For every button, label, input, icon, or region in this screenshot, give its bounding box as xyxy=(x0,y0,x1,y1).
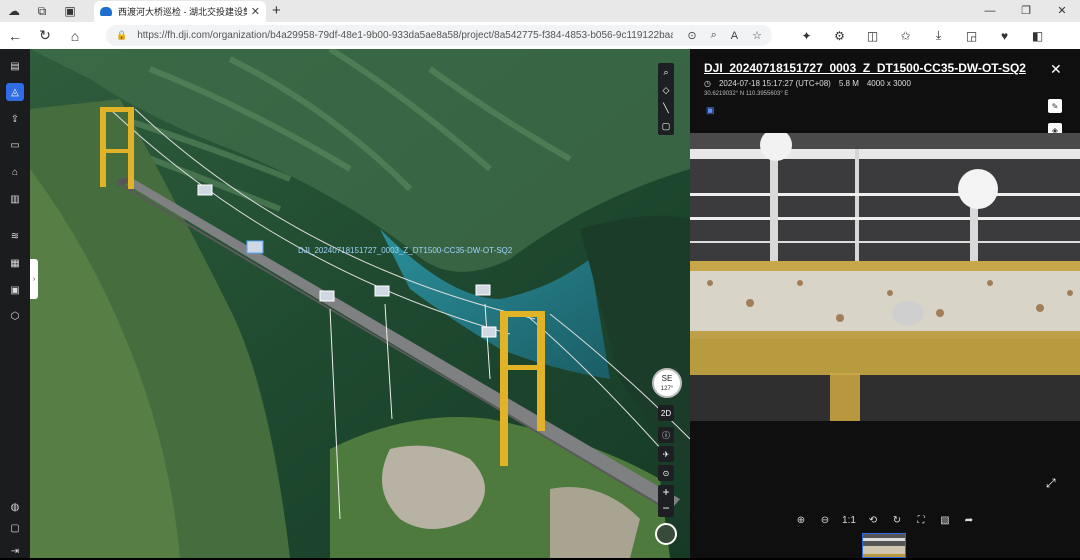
search-icon[interactable]: ⌕ xyxy=(658,63,674,81)
device-icon[interactable]: ▣ xyxy=(6,281,24,299)
zoom-icon[interactable]: ⌕ xyxy=(711,29,717,42)
map-toolbar: ⌕ ◇ ╲ ▢ xyxy=(658,63,674,135)
zoom-in-icon[interactable]: ⊕ xyxy=(789,515,813,526)
clock-icon: ◷ xyxy=(704,79,711,88)
compass-direction: SE xyxy=(661,374,673,383)
selected-photo-label[interactable]: DJI_20240718151727_0003_Z_DT1500-CC35-DW… xyxy=(298,246,512,255)
basemap-switch-icon[interactable] xyxy=(655,523,677,545)
layers-icon[interactable]: ▤ xyxy=(6,57,24,75)
left-sidebar: ▤ ◬ ⇪ ▭ ⌂ ▥ ≋ ▦ ▣ ⬡ ◍ ▢ ⇥ xyxy=(0,49,30,558)
browser-window: ☁ ⧉ ▣ 西渡河大桥巡检 - 湖北交投建设集团 ✕ + — ❐ ✕ ← ↻ ⌂… xyxy=(0,0,1080,558)
upload-icon[interactable]: ⇪ xyxy=(6,110,24,128)
read-aloud-icon[interactable]: A xyxy=(731,30,738,42)
home-icon[interactable]: ⌂ xyxy=(60,28,90,44)
photo-detail-panel: DJI_20240718151727_0003_Z_DT1500-CC35-DW… xyxy=(690,49,1080,558)
zoom-out-button[interactable]: − xyxy=(658,501,674,517)
favorites-icon[interactable]: ✩ xyxy=(889,29,922,43)
address-bar-row: ← ↻ ⌂ 🔒 https://fh.dji.com/organization/… xyxy=(0,22,1080,49)
photo-resolution: 4000 x 3000 xyxy=(866,79,911,88)
refresh-icon[interactable]: ↻ xyxy=(30,27,60,44)
line-tool-icon[interactable]: ╲ xyxy=(658,99,674,117)
route-icon[interactable]: ≋ xyxy=(6,227,24,245)
split-screen-icon[interactable]: ◫ xyxy=(856,29,889,43)
app-area: ▤ ◬ ⇪ ▭ ⌂ ▥ ≋ ▦ ▣ ⬡ ◍ ▢ ⇥ DJI_2024071815… xyxy=(0,49,1080,558)
browser-tab[interactable]: 西渡河大桥巡检 - 湖北交投建设集团 ✕ xyxy=(94,1,266,22)
cloud-favicon-icon xyxy=(100,7,112,16)
location-icon[interactable]: ⊙ xyxy=(687,29,696,42)
cube-icon[interactable]: ⬡ xyxy=(6,307,24,325)
bridge-close-up-image xyxy=(690,133,1080,421)
browser-essentials-icon[interactable]: ♥ xyxy=(988,29,1021,43)
rotate-left-icon[interactable]: ⟲ xyxy=(861,515,885,526)
photo-datetime: 2024-07-18 15:17:27 (UTC+08) xyxy=(718,79,831,88)
tab-bar: ☁ ⧉ ▣ 西渡河大桥巡检 - 湖北交投建设集团 ✕ + — ❐ ✕ xyxy=(0,0,1080,22)
new-tab-button[interactable]: + xyxy=(272,0,281,22)
aircraft-icon[interactable]: ✈ xyxy=(658,446,674,462)
extension-icon[interactable]: ✦ xyxy=(790,29,823,43)
maximize-icon[interactable]: ❐ xyxy=(1008,0,1044,22)
photo-coordinates: 30.6219032° N 110.3955603° E xyxy=(704,91,789,97)
workspaces-icon[interactable]: ⧉ xyxy=(28,0,56,22)
model-icon[interactable]: ⌂ xyxy=(6,163,24,181)
annotate-icon[interactable]: ✎ xyxy=(1048,99,1062,113)
minimize-icon[interactable]: — xyxy=(972,0,1008,22)
bridge-scene xyxy=(30,49,690,558)
close-panel-icon[interactable]: ✕ xyxy=(1050,61,1062,78)
tab-title: 西渡河大桥巡检 - 湖北交投建设集团 xyxy=(118,7,247,17)
collapse-sidebar-handle[interactable]: › xyxy=(30,259,38,299)
fit-screen-icon[interactable]: ⛶ xyxy=(909,515,933,526)
download-icon[interactable]: ⤓ xyxy=(922,28,955,43)
collections-icon[interactable]: ◲ xyxy=(955,29,988,43)
sidebar-toggle-icon[interactable]: ◧ xyxy=(1021,29,1054,43)
url-text[interactable]: https://fh.dji.com/organization/b4a29958… xyxy=(137,30,673,41)
zoom-controls: + − xyxy=(658,485,674,517)
address-bar[interactable]: 🔒 https://fh.dji.com/organization/b4a299… xyxy=(106,25,772,46)
close-tab-icon[interactable]: ✕ xyxy=(251,5,260,18)
building-icon[interactable]: ▥ xyxy=(6,190,24,208)
window-controls: — ❐ ✕ xyxy=(972,0,1080,22)
profile-icon[interactable]: ☁ xyxy=(0,0,28,22)
photo-thumbnail[interactable] xyxy=(862,533,906,558)
globe-icon[interactable]: ◍ xyxy=(6,498,24,516)
area-tool-icon[interactable]: ▢ xyxy=(658,117,674,135)
favorite-star-icon[interactable]: ☆ xyxy=(752,29,762,42)
media-icon[interactable]: ▭ xyxy=(6,136,24,154)
chat-icon[interactable]: ▢ xyxy=(6,519,24,537)
photo-size: 5.8 M xyxy=(838,79,859,88)
compass[interactable]: SE 127° xyxy=(652,368,682,398)
compare-icon[interactable]: ▧ xyxy=(933,515,957,526)
bookmark-icon[interactable]: ▣ xyxy=(706,105,715,116)
tab-actions-icon[interactable]: ▣ xyxy=(56,0,84,22)
photo-meta: ◷ 2024-07-18 15:17:27 (UTC+08) 5.8 M 4000 x… xyxy=(704,79,919,88)
inspection-photo[interactable] xyxy=(690,133,1080,421)
puzzle-icon[interactable]: ⚙ xyxy=(823,29,856,43)
lock-icon[interactable]: 🔒 xyxy=(116,30,127,41)
view-2d-button[interactable]: 2D xyxy=(658,405,674,421)
3d-map-view[interactable]: DJI_20240718151727_0003_Z_DT1500-CC35-DW… xyxy=(30,49,690,558)
zoom-out-icon[interactable]: ⊖ xyxy=(813,515,837,526)
info-icon[interactable]: ⓘ xyxy=(658,427,674,443)
close-window-icon[interactable]: ✕ xyxy=(1044,0,1080,22)
browser-toolbar: ✦ ⚙ ◫ ✩ ⤓ ◲ ♥ ◧ xyxy=(790,22,1054,49)
share-icon[interactable]: ➦ xyxy=(957,515,981,526)
back-icon[interactable]: ← xyxy=(0,28,30,44)
locate-icon[interactable]: ⊙ xyxy=(658,465,674,481)
calendar-icon[interactable]: ▦ xyxy=(6,254,24,272)
thumbnail-image xyxy=(863,534,905,557)
compass-degree: 127° xyxy=(660,386,674,392)
photo-toolbar: ⊕ ⊖ 1:1 ⟲ ↻ ⛶ ▧ ➦ xyxy=(690,507,1080,533)
photo-title[interactable]: DJI_20240718151727_0003_Z_DT1500-CC35-DW… xyxy=(704,61,1026,75)
rotate-right-icon[interactable]: ↻ xyxy=(885,515,909,526)
fullscreen-icon[interactable]: ⤢ xyxy=(1046,476,1056,491)
export-icon[interactable]: ⇥ xyxy=(6,542,24,560)
actual-size-button[interactable]: 1:1 xyxy=(837,515,861,526)
zoom-in-button[interactable]: + xyxy=(658,485,674,501)
map-icon[interactable]: ◬ xyxy=(6,83,24,101)
marker-icon[interactable]: ◇ xyxy=(658,81,674,99)
